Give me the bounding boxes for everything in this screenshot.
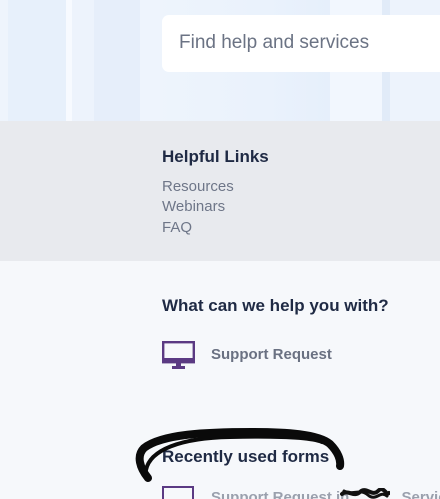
hero-banner bbox=[0, 0, 440, 121]
redaction-scribble bbox=[340, 488, 390, 499]
monitor-icon bbox=[162, 486, 194, 499]
recent-forms-title: Recently used forms bbox=[162, 447, 330, 466]
recent-form-label-start: Support Request in bbox=[211, 489, 350, 499]
hero-stripe bbox=[140, 0, 160, 121]
monitor-icon bbox=[162, 341, 195, 369]
link-faq[interactable]: FAQ bbox=[162, 219, 192, 236]
hero-stripe bbox=[72, 0, 94, 121]
recent-form-item[interactable]: Support Request in Service bbox=[162, 484, 440, 499]
helpful-links-title: Helpful Links bbox=[162, 147, 269, 166]
support-request-label: Support Request bbox=[211, 346, 332, 363]
support-request-link[interactable]: Support Request bbox=[162, 340, 362, 372]
recent-form-label-end: Service bbox=[401, 489, 440, 499]
hero-stripe bbox=[8, 0, 66, 121]
hero-stripe bbox=[94, 0, 140, 121]
hero-stripe bbox=[0, 0, 8, 121]
link-webinars[interactable]: Webinars bbox=[162, 198, 225, 215]
search-input[interactable] bbox=[179, 32, 439, 54]
recent-form-label: Support Request in Service bbox=[211, 489, 440, 499]
page: Helpful Links Resources Webinars FAQ Wha… bbox=[0, 0, 440, 499]
help-section-title: What can we help you with? bbox=[162, 296, 389, 315]
link-resources[interactable]: Resources bbox=[162, 178, 234, 195]
search-box[interactable] bbox=[162, 15, 440, 72]
